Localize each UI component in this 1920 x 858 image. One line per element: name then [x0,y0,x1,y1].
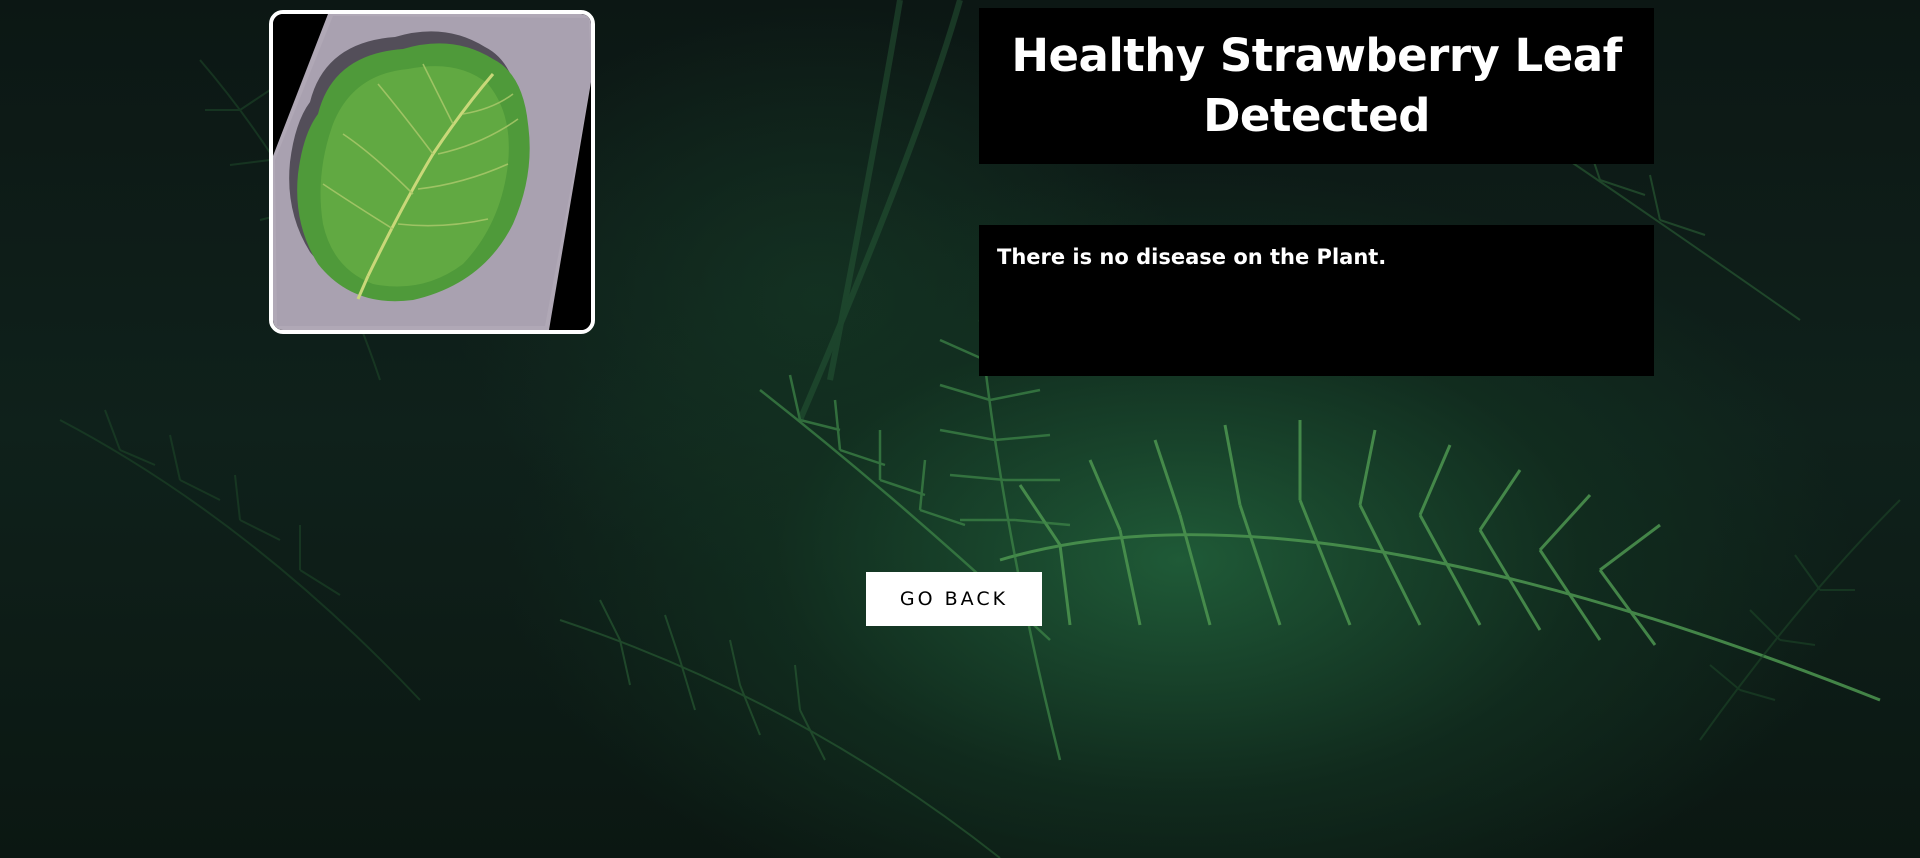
result-title-panel: Healthy Strawberry Leaf Detected [979,8,1654,164]
result-title: Healthy Strawberry Leaf Detected [1011,29,1622,142]
result-description: There is no disease on the Plant. [997,245,1387,269]
result-description-panel: There is no disease on the Plant. [979,225,1654,376]
strawberry-leaf-photo [273,14,591,330]
go-back-button[interactable]: GO BACK [866,572,1042,626]
result-page: Healthy Strawberry Leaf Detected There i… [0,0,1920,858]
uploaded-leaf-image [269,10,595,334]
